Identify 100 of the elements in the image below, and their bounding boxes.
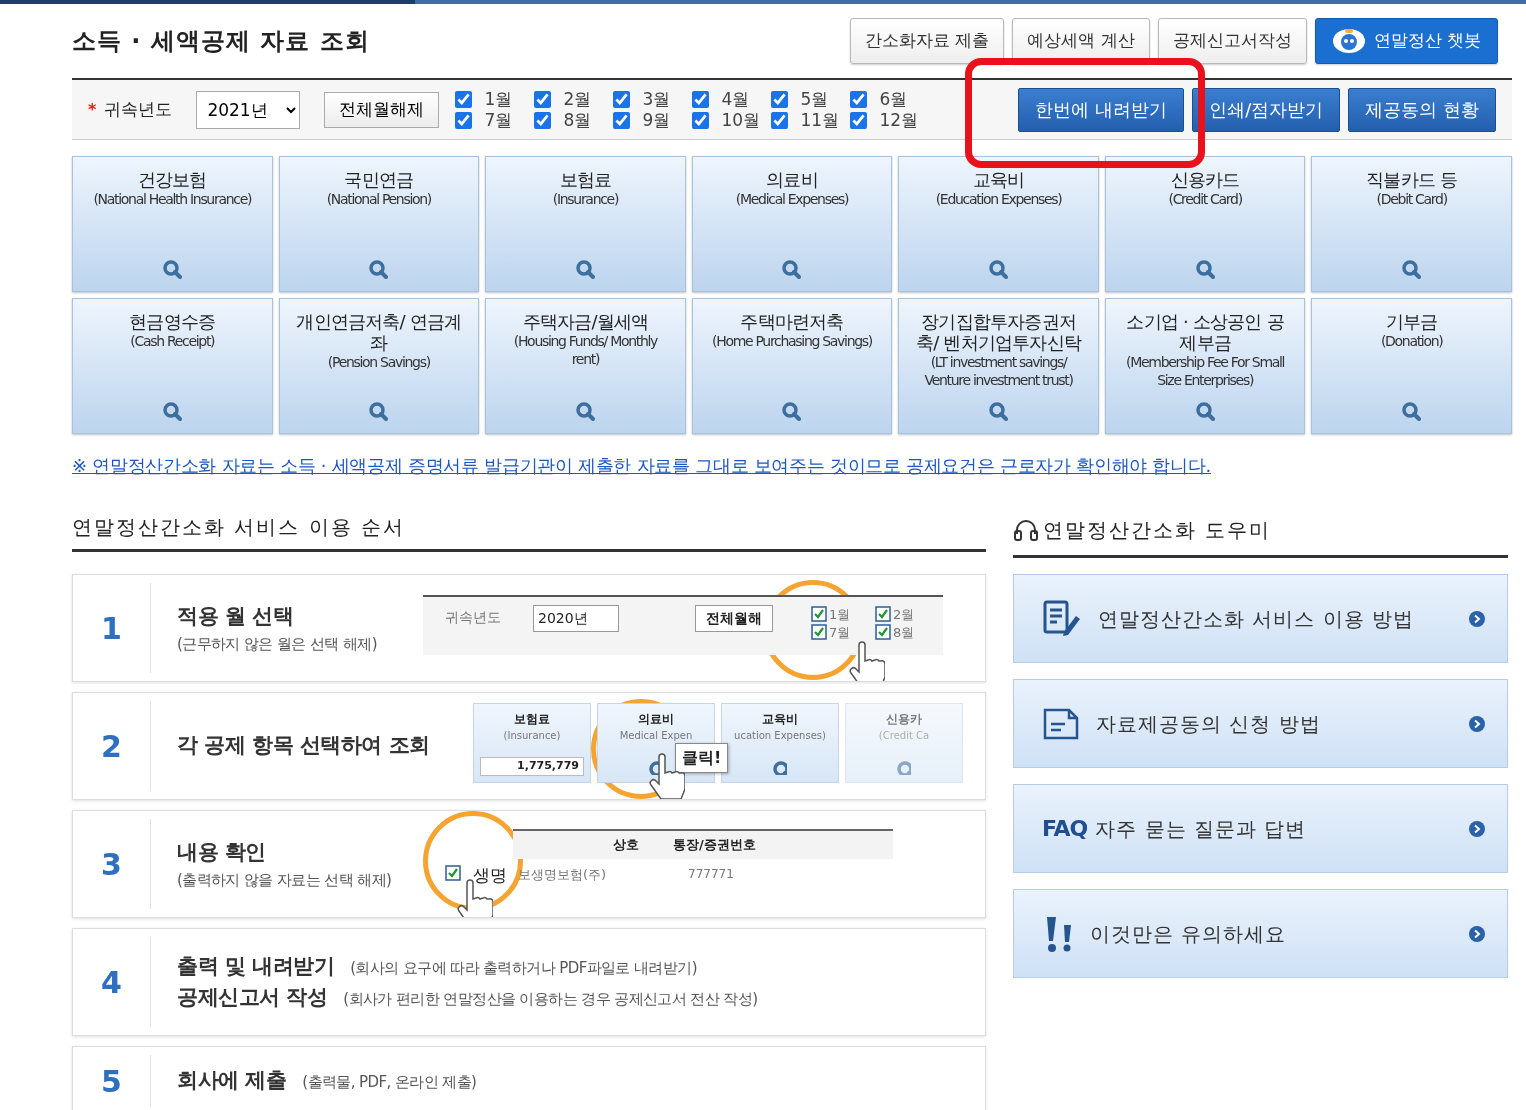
- category-card[interactable]: 주택자금/월세액 (Housing Funds/ Monthly rent): [485, 298, 686, 434]
- card-subtitle: (Home Purchasing Savings): [712, 332, 872, 350]
- month-checkbox[interactable]: [455, 90, 473, 108]
- search-icon: [1195, 402, 1215, 421]
- card-title: 주택마련저축: [740, 311, 844, 332]
- search-icon: [162, 402, 182, 421]
- category-card[interactable]: 건강보험 (National Health Insurance): [72, 156, 273, 292]
- search-icon: [575, 402, 595, 421]
- click-callout: 클릭!: [675, 743, 729, 773]
- card-subtitle: Medical Expen: [618, 729, 694, 743]
- search-icon: [1402, 402, 1422, 421]
- field-label: 귀속년도: [104, 97, 173, 121]
- search-icon: [369, 402, 389, 421]
- month-checkbox[interactable]: [771, 111, 789, 129]
- category-card[interactable]: 교육비 (Education Expenses): [898, 156, 1099, 292]
- month-label: 8월: [563, 109, 592, 131]
- card-title: 소기업 · 소상공인 공제부금: [1125, 311, 1285, 353]
- table-cell-text: 777771: [688, 866, 734, 883]
- month-label: 7월: [484, 109, 513, 131]
- category-card[interactable]: 신용카드 (Credit Card): [1104, 156, 1306, 292]
- category-card[interactable]: 개인연금저축/ 연금계좌 (Pension Savings): [278, 298, 480, 434]
- section-heading: 연말정산간소화 서비스 이용 순서: [72, 515, 986, 552]
- arrow-circle-icon: [1469, 925, 1485, 942]
- action-button[interactable]: 제공동의 현황: [1348, 87, 1496, 132]
- step-number: 2: [73, 701, 151, 791]
- card-title: 건강보험: [137, 169, 207, 190]
- step-note: (근무하지 않은 월은 선택 해제): [177, 633, 377, 655]
- month-label: 2월: [563, 88, 592, 110]
- month-label: 3월: [642, 88, 671, 110]
- month-checkbox[interactable]: [455, 111, 473, 129]
- step-title: 공제신고서 작성: [177, 984, 328, 1011]
- category-card[interactable]: 보험료 (Insurance): [485, 156, 686, 292]
- month-label: 4월: [721, 88, 750, 110]
- helper-label: 자료제공동의 신청 방법: [1096, 710, 1321, 738]
- step-number: 4: [73, 937, 151, 1027]
- month-checkbox[interactable]: [850, 90, 868, 108]
- card-title: 장기집합투자증권저축/ 벤처기업투자신탁: [915, 311, 1083, 353]
- search-icon: [989, 402, 1009, 421]
- month-label: 5월: [800, 88, 829, 110]
- month-checkbox[interactable]: [534, 111, 552, 129]
- step-title: 각 공제 항목 선택하여 조회: [177, 732, 430, 760]
- month-checkbox[interactable]: [613, 111, 631, 129]
- step-title: 출력 및 내려받기: [177, 952, 335, 980]
- header-button[interactable]: 공제신고서작성: [1157, 18, 1307, 64]
- search-icon: [773, 761, 787, 775]
- step-number: 5: [73, 1055, 151, 1107]
- action-button[interactable]: 인쇄/점자받기: [1192, 87, 1341, 132]
- category-card[interactable]: 소기업 · 소상공인 공제부금 (Membership Fee For Small Size Enterprises): [1104, 298, 1306, 434]
- helper-link[interactable]: 자료제공동의 신청 방법: [1013, 679, 1508, 768]
- month-checkbox[interactable]: [692, 90, 710, 108]
- month-label: 12월: [879, 109, 918, 131]
- helper-link[interactable]: 연말정산간소화 서비스 이용 방법: [1013, 574, 1508, 663]
- section-heading: 연말정산간소화 도우미: [1043, 517, 1272, 544]
- helper-link[interactable]: 이것만은 유의하세요: [1013, 889, 1508, 978]
- category-card[interactable]: 국민연금 (National Pension): [278, 156, 480, 292]
- faq-label: FAQ: [1042, 815, 1088, 843]
- card-title: 주택자금/월세액: [522, 311, 649, 332]
- step-note: (출력물, PDF, 온라인 제출): [302, 1072, 477, 1094]
- month-checkbox[interactable]: [850, 111, 868, 129]
- helper-label: 이것만은 유의하세요: [1090, 920, 1287, 948]
- month-checkbox[interactable]: [692, 111, 710, 129]
- category-card[interactable]: 의료비 (Medical Expenses): [691, 156, 893, 292]
- column-header: 통장/증권번호: [673, 836, 756, 854]
- chatbot-button[interactable]: 연말정산 챗봇: [1314, 18, 1498, 64]
- category-card[interactable]: 기부금 (Donation): [1311, 298, 1512, 434]
- action-button[interactable]: 한번에 내려받기: [1018, 87, 1185, 132]
- search-icon: [369, 260, 389, 279]
- card-title: 개인연금저축/ 연금계좌: [295, 311, 463, 353]
- helper-link[interactable]: FAQ 자주 묻는 질문과 답변: [1013, 784, 1508, 873]
- card-subtitle: (Credit Card): [1168, 190, 1242, 208]
- month-checkbox[interactable]: [534, 90, 552, 108]
- card-title: 직불카드 등: [1366, 169, 1458, 190]
- month-label: 6월: [879, 88, 908, 110]
- notice-link[interactable]: ※ 연말정산간소화 자료는 소득 · 세액공제 증명서류 발급기관이 제출한 자료를 그대로 보여주는 것이므로 공제요건은 근로자가 확인해야 합니다.: [72, 452, 1211, 479]
- month-checkbox[interactable]: [613, 90, 631, 108]
- category-card[interactable]: 장기집합투자증권저축/ 벤처기업투자신탁 (LT investment savings/ Venture investment trust): [898, 298, 1099, 434]
- card-subtitle: (National Pension): [326, 190, 432, 208]
- step-title: 회사에 제출: [177, 1067, 287, 1095]
- month-label: 9월: [642, 109, 671, 131]
- month-label: 10월: [721, 109, 760, 131]
- page-title: 소득 · 세액공제 자료 조회: [72, 26, 370, 56]
- card-subtitle: (Housing Funds/ Monthly rent): [512, 332, 659, 368]
- search-icon: [989, 260, 1009, 279]
- card-title: 의료비: [766, 169, 818, 190]
- year-select[interactable]: 2021년: [196, 90, 301, 129]
- card-subtitle: (Donation): [1380, 332, 1443, 350]
- header-button[interactable]: 간소화자료 제출: [849, 18, 1005, 64]
- arrow-circle-icon: [1469, 610, 1485, 627]
- robot-icon: [1331, 27, 1366, 55]
- category-card[interactable]: 직불카드 등 (Debit Card): [1311, 156, 1512, 292]
- step-number: 3: [73, 819, 151, 909]
- category-card[interactable]: 현금영수증 (Cash Receipt): [72, 298, 273, 434]
- month-label: 11월: [800, 109, 839, 131]
- category-card[interactable]: 주택마련저축 (Home Purchasing Savings): [691, 298, 893, 434]
- month-label: 2월: [893, 606, 915, 624]
- clear-months-button[interactable]: 전체월해제: [324, 91, 440, 128]
- step-note: (회사의 요구에 따라 출력하거나 PDF파일로 내려받기): [350, 957, 697, 979]
- card-title: 신용카드: [1170, 169, 1240, 190]
- step-note: (회사가 편리한 연말정산을 이용하는 경우 공제신고서 전산 작성): [343, 989, 758, 1010]
- month-checkbox[interactable]: [771, 90, 789, 108]
